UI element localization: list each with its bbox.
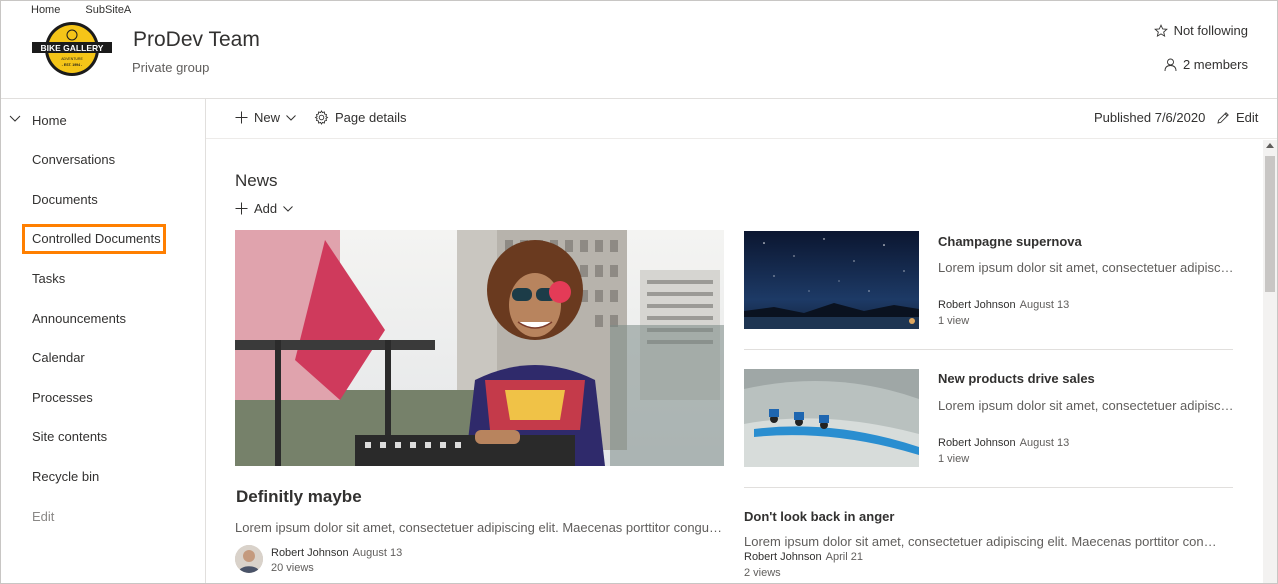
news-card-title[interactable]: New products drive sales xyxy=(938,371,1095,386)
nav-item-home[interactable]: Home xyxy=(32,113,67,128)
star-icon xyxy=(1153,23,1168,37)
add-news-button[interactable]: Add xyxy=(235,201,293,216)
follow-label: Not following xyxy=(1173,23,1248,38)
add-label: Add xyxy=(254,201,278,216)
gear-icon xyxy=(314,110,329,125)
plus-icon xyxy=(235,111,248,124)
logo-text: BIKE GALLERY xyxy=(41,43,104,53)
view-count: 1 view xyxy=(938,453,970,465)
follow-button[interactable]: Not following xyxy=(1153,23,1248,38)
author-name[interactable]: Robert Johnson xyxy=(938,437,1016,449)
nav-item-documents[interactable]: Documents xyxy=(32,192,98,207)
logo-subtext: ADVENTURE xyxy=(61,57,83,61)
hub-nav-home[interactable]: Home xyxy=(31,4,60,16)
nav-item-calendar[interactable]: Calendar xyxy=(32,350,85,365)
published-status: Published 7/6/2020 xyxy=(1094,110,1205,125)
avatar xyxy=(235,545,263,573)
hub-nav: Home SubSiteA xyxy=(31,4,153,16)
command-bar: New Page details Published 7/6/2020 Edit xyxy=(206,99,1277,139)
chevron-down-icon xyxy=(283,205,293,212)
site-logo[interactable]: BIKE GALLERY ADVENTURE - EST. 1994 - xyxy=(31,21,113,77)
person-icon xyxy=(1164,58,1177,71)
nav-item-controlled-documents[interactable]: Controlled Documents xyxy=(32,231,161,246)
page-details-label: Page details xyxy=(335,110,407,125)
new-button[interactable]: New xyxy=(235,110,296,125)
edit-page-button[interactable]: Edit xyxy=(1216,110,1258,125)
author-name[interactable]: Robert Johnson xyxy=(744,551,822,563)
scroll-up-arrow[interactable] xyxy=(1266,143,1274,148)
hero-news-image[interactable] xyxy=(235,230,724,466)
nav-item-processes[interactable]: Processes xyxy=(32,390,93,405)
edit-label: Edit xyxy=(1236,110,1259,125)
nav-item-tasks[interactable]: Tasks xyxy=(32,271,65,286)
post-date: August 13 xyxy=(1019,437,1070,449)
view-count: 2 views xyxy=(744,567,781,579)
divider xyxy=(744,487,1233,488)
view-count: 20 views xyxy=(271,562,314,574)
news-card-description: Lorem ipsum dolor sit amet, consectetuer… xyxy=(938,260,1234,275)
post-date: August 13 xyxy=(1019,299,1070,311)
new-label: New xyxy=(254,110,281,125)
hero-news-title[interactable]: Definitly maybe xyxy=(236,487,362,507)
left-navigation: Home Conversations Documents Controlled … xyxy=(1,99,206,583)
members-label: 2 members xyxy=(1182,57,1248,72)
card-author-line: Robert Johnson August 13 xyxy=(938,437,1069,449)
members-button[interactable]: 2 members xyxy=(1164,57,1248,72)
nav-item-recycle-bin[interactable]: Recycle bin xyxy=(32,469,99,484)
page-details-button[interactable]: Page details xyxy=(314,110,407,125)
published-label: Published 7/6/2020 xyxy=(1094,110,1206,125)
nav-edit-link[interactable]: Edit xyxy=(32,509,54,524)
chevron-down-icon[interactable] xyxy=(9,115,21,123)
news-item-description: Lorem ipsum dolor sit amet, consectetuer… xyxy=(744,534,1222,549)
card-author-line: Robert Johnson August 13 xyxy=(938,299,1069,311)
author-name[interactable]: Robert Johnson xyxy=(938,299,1016,311)
chevron-down-icon xyxy=(286,114,296,121)
post-date: April 21 xyxy=(825,551,863,563)
nav-item-conversations[interactable]: Conversations xyxy=(32,152,115,167)
sharepoint-page: Home SubSiteA BIKE GALLERY ADVENTURE - E… xyxy=(0,0,1278,584)
divider xyxy=(744,349,1233,350)
nav-item-announcements[interactable]: Announcements xyxy=(32,311,126,326)
news-card-thumbnail[interactable] xyxy=(744,231,919,329)
news-card-title[interactable]: Champagne supernova xyxy=(938,234,1082,249)
author-name[interactable]: Robert Johnson xyxy=(271,547,349,559)
plus-icon xyxy=(235,202,248,215)
news-heading: News xyxy=(235,171,278,190)
nav-item-site-contents[interactable]: Site contents xyxy=(32,429,107,444)
pencil-icon xyxy=(1217,111,1229,124)
news-item-title[interactable]: Don't look back in anger xyxy=(744,509,894,524)
hero-author-line: Robert Johnson August 13 xyxy=(271,547,402,559)
news-card-description: Lorem ipsum dolor sit amet, consectetuer… xyxy=(938,398,1234,413)
logo-est: - EST. 1994 - xyxy=(62,63,83,67)
site-title[interactable]: ProDev Team xyxy=(133,28,260,52)
post-date: August 13 xyxy=(352,547,403,559)
hub-nav-subsitea[interactable]: SubSiteA xyxy=(85,4,131,16)
scrollbar-thumb[interactable] xyxy=(1265,156,1275,292)
item-author-line: Robert Johnson April 21 xyxy=(744,551,863,563)
news-card-thumbnail[interactable] xyxy=(744,369,919,467)
site-subtitle: Private group xyxy=(132,60,210,75)
hero-news-description: Lorem ipsum dolor sit amet, consectetuer… xyxy=(235,520,727,535)
view-count: 1 view xyxy=(938,315,970,327)
